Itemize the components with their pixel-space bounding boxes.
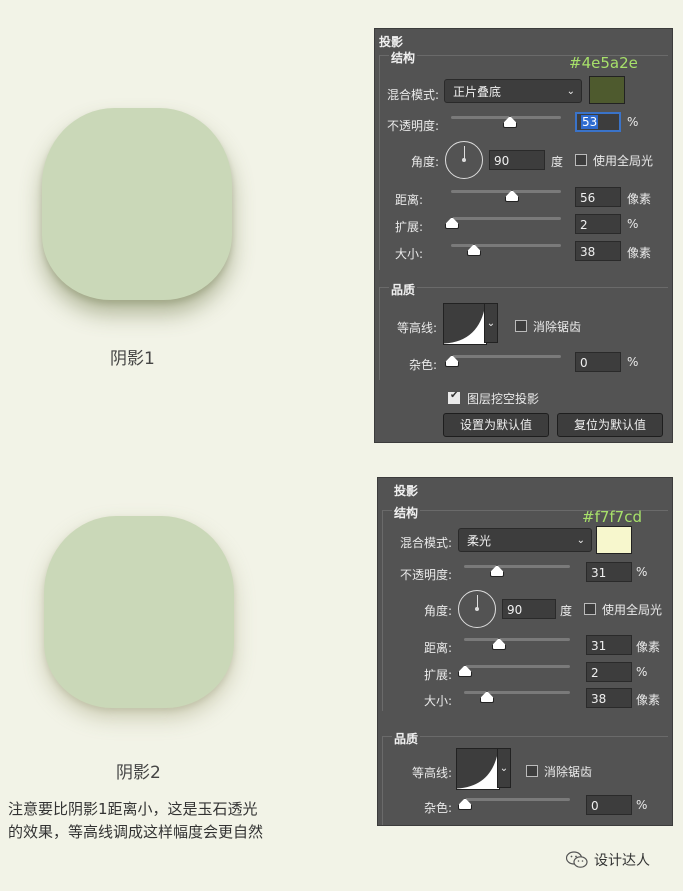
shadow-color-swatch[interactable] (589, 76, 625, 104)
contour-curve-icon (456, 748, 500, 790)
note-line-1: 注意要比阴影1距离小，这是玉石透光 (8, 800, 258, 818)
panel-title: 投影 (379, 35, 404, 49)
chevron-down-icon: ⌄ (576, 535, 585, 546)
wechat-icon (566, 851, 588, 868)
noise-label: 杂色: (408, 358, 437, 372)
contour-label: 等高线: (411, 766, 452, 780)
global-light-label: 使用全局光 (602, 603, 663, 617)
blend-mode-select[interactable]: 正片叠底 ⌄ (444, 79, 582, 103)
contour-preview[interactable] (443, 303, 487, 345)
global-light-label: 使用全局光 (593, 154, 654, 168)
antialias-checkbox[interactable] (515, 320, 527, 332)
opacity-input[interactable]: 31 (586, 562, 632, 582)
quality-label: 品质 (389, 281, 418, 298)
contour-curve-icon (443, 303, 487, 345)
noise-unit: % (636, 798, 648, 812)
set-default-button[interactable]: 设置为默认值 (443, 413, 549, 437)
size-label: 大小: (423, 694, 452, 708)
knockout-checkbox[interactable] (448, 390, 460, 404)
noise-slider-track[interactable] (451, 355, 561, 358)
reset-default-button[interactable]: 复位为默认值 (557, 413, 663, 437)
structure-label: 结构 (389, 49, 418, 66)
spread-input[interactable]: 2 (575, 214, 621, 234)
distance-unit: 像素 (627, 192, 652, 206)
size-input[interactable]: 38 (575, 241, 621, 261)
size-label: 大小: (394, 247, 423, 261)
noise-input[interactable]: 0 (586, 795, 632, 815)
drop-shadow-panel-2: 投影 结构 #f7f7cd 混合模式: 柔光 ⌄ 不透明度: 31 % 角度: … (377, 477, 673, 826)
hex-color-label: #f7f7cd (582, 508, 642, 526)
angle-label: 角度: (423, 604, 452, 618)
spread-unit: % (636, 665, 648, 679)
note-text: 注意要比阴影1距离小，这是玉石透光 的效果，等高线调成这样幅度会更自然 (8, 798, 318, 844)
knockout-label: 图层挖空投影 (467, 392, 540, 406)
panel-title: 投影 (394, 484, 419, 498)
chevron-down-icon: ⌄ (566, 86, 575, 97)
opacity-unit: % (627, 115, 639, 129)
contour-dropdown-button[interactable]: ⌄ (484, 303, 498, 343)
caption-shadow-1: 阴影1 (110, 349, 155, 369)
quality-label: 品质 (392, 730, 421, 747)
note-line-2: 的效果，等高线调成这样幅度会更自然 (8, 823, 264, 841)
noise-unit: % (627, 355, 639, 369)
size-unit: 像素 (636, 693, 661, 707)
blend-mode-label: 混合模式: (399, 536, 452, 550)
size-unit: 像素 (627, 246, 652, 260)
size-slider-track[interactable] (451, 244, 561, 247)
angle-unit: 度 (551, 155, 564, 169)
antialias-checkbox[interactable] (526, 765, 538, 777)
distance-label: 距离: (423, 641, 452, 655)
antialias-label: 消除锯齿 (533, 320, 582, 334)
shadow-1-preview-shape (42, 108, 232, 300)
noise-slider-track[interactable] (464, 798, 570, 801)
distance-input[interactable]: 56 (575, 187, 621, 207)
blend-mode-label: 混合模式: (386, 88, 439, 102)
angle-input[interactable]: 90 (489, 150, 545, 170)
spread-label: 扩展: (394, 220, 423, 234)
blend-mode-value: 正片叠底 (453, 85, 502, 99)
spread-slider-track[interactable] (464, 665, 570, 668)
blend-mode-value: 柔光 (467, 534, 492, 548)
angle-label: 角度: (410, 155, 439, 169)
distance-label: 距离: (394, 193, 423, 207)
drop-shadow-panel-1: 投影 结构 #4e5a2e 混合模式: 正片叠底 ⌄ 不透明度: 53 % 角度… (374, 28, 673, 443)
hex-color-label: #4e5a2e (569, 54, 638, 72)
spread-label: 扩展: (423, 668, 452, 682)
spread-slider-track[interactable] (451, 217, 561, 220)
structure-label: 结构 (392, 504, 421, 521)
angle-dial[interactable] (445, 141, 483, 179)
noise-input[interactable]: 0 (575, 352, 621, 372)
watermark: 设计达人 (566, 850, 650, 870)
shadow-color-swatch[interactable] (596, 526, 632, 554)
angle-input[interactable]: 90 (502, 599, 556, 619)
opacity-label: 不透明度: (399, 568, 452, 582)
opacity-input[interactable]: 53 (575, 112, 621, 132)
distance-slider-track[interactable] (451, 190, 561, 193)
contour-preview[interactable] (456, 748, 500, 790)
angle-dial[interactable] (458, 590, 496, 628)
contour-label: 等高线: (396, 321, 437, 335)
spread-input[interactable]: 2 (586, 662, 632, 682)
distance-unit: 像素 (636, 640, 661, 654)
contour-dropdown-button[interactable]: ⌄ (497, 748, 511, 788)
opacity-slider-track[interactable] (464, 565, 570, 568)
size-slider-track[interactable] (464, 691, 570, 694)
distance-input[interactable]: 31 (586, 635, 632, 655)
size-input[interactable]: 38 (586, 688, 632, 708)
distance-slider-track[interactable] (464, 638, 570, 641)
noise-label: 杂色: (423, 801, 452, 815)
shadow-2-preview-shape (44, 516, 234, 708)
antialias-label: 消除锯齿 (544, 765, 593, 779)
spread-unit: % (627, 217, 639, 231)
global-light-checkbox[interactable] (584, 603, 596, 615)
caption-shadow-2: 阴影2 (116, 763, 161, 783)
angle-unit: 度 (560, 604, 573, 618)
blend-mode-select[interactable]: 柔光 ⌄ (458, 528, 592, 552)
opacity-unit: % (636, 565, 648, 579)
watermark-text: 设计达人 (594, 853, 650, 869)
global-light-checkbox[interactable] (575, 154, 587, 166)
opacity-slider-track[interactable] (451, 116, 561, 119)
opacity-label: 不透明度: (386, 119, 439, 133)
